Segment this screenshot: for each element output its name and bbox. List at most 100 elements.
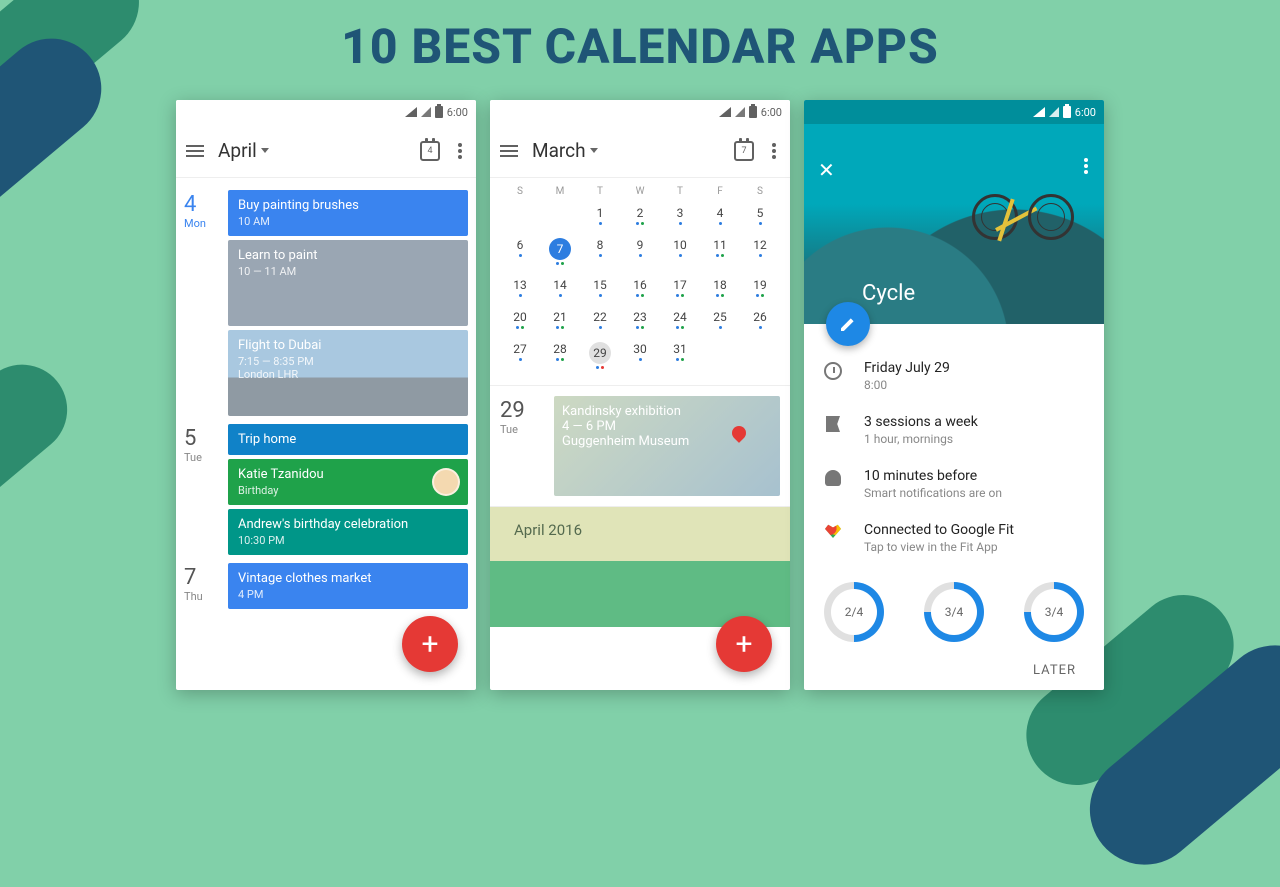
month-grid[interactable]: SMTWTFS123456789101112131415161718192021… bbox=[490, 178, 790, 386]
day-cell[interactable]: 27 bbox=[500, 337, 540, 374]
menu-icon[interactable] bbox=[186, 150, 204, 152]
event-card[interactable]: Andrew's birthday celebration10:30 PM bbox=[228, 509, 468, 555]
day-cell[interactable]: 6 bbox=[500, 233, 540, 270]
battery-icon bbox=[435, 106, 443, 118]
day-cell[interactable]: 31 bbox=[660, 337, 700, 374]
day-cell[interactable]: 10 bbox=[660, 233, 700, 270]
clock-icon bbox=[822, 360, 844, 380]
day-cell[interactable]: 3 bbox=[660, 201, 700, 230]
menu-icon[interactable] bbox=[500, 150, 518, 152]
wifi-icon bbox=[719, 107, 731, 117]
day-cell[interactable]: 2 bbox=[620, 201, 660, 230]
day-cell[interactable]: 8 bbox=[580, 233, 620, 270]
status-bar: 6:00 bbox=[490, 100, 790, 124]
detail-title: 10 minutes before bbox=[864, 468, 1002, 484]
status-time: 6:00 bbox=[761, 106, 782, 119]
detail-row[interactable]: 10 minutes before Smart notifications ar… bbox=[822, 468, 1086, 500]
day-cell[interactable]: 13 bbox=[500, 273, 540, 302]
today-icon[interactable]: 7 bbox=[734, 141, 754, 161]
signal-icon bbox=[1049, 107, 1059, 117]
day-cell[interactable]: 4 bbox=[700, 201, 740, 230]
goal-title: Cycle bbox=[862, 281, 915, 306]
progress-ring[interactable]: 2/4 bbox=[824, 582, 884, 642]
edit-fab[interactable] bbox=[826, 302, 870, 346]
detail-sub: 8:00 bbox=[864, 378, 950, 392]
day-cell[interactable]: 1 bbox=[580, 201, 620, 230]
overflow-icon[interactable] bbox=[1080, 158, 1092, 174]
later-button[interactable]: LATER bbox=[1033, 663, 1076, 678]
day-number: 7 bbox=[184, 565, 228, 590]
app-bar: March 7 bbox=[490, 124, 790, 178]
day-cell bbox=[540, 201, 580, 230]
event-sub: 7:15 — 8:35 PMLondon LHR bbox=[238, 355, 458, 381]
day-cell[interactable]: 12 bbox=[740, 233, 780, 270]
overflow-icon[interactable] bbox=[768, 143, 780, 159]
detail-sub: Tap to view in the Fit App bbox=[864, 540, 1014, 554]
day-cell[interactable]: 23 bbox=[620, 305, 660, 334]
day-cell[interactable]: 5 bbox=[740, 201, 780, 230]
day-cell[interactable]: 18 bbox=[700, 273, 740, 302]
event-title: Vintage clothes market bbox=[238, 571, 458, 586]
event-card[interactable]: Buy painting brushes10 AM bbox=[228, 190, 468, 236]
day-cell bbox=[700, 337, 740, 374]
event-card[interactable]: Katie TzanidouBirthday bbox=[228, 459, 468, 505]
dow-label: S bbox=[740, 186, 780, 197]
month-picker[interactable]: April bbox=[218, 139, 406, 162]
agenda-event-card[interactable]: Kandinsky exhibition 4 — 6 PM Guggenheim… bbox=[554, 396, 780, 496]
day-cell[interactable]: 22 bbox=[580, 305, 620, 334]
detail-row[interactable]: 3 sessions a week 1 hour, mornings bbox=[822, 414, 1086, 446]
day-cell[interactable]: 7 bbox=[540, 233, 580, 270]
add-event-fab[interactable]: + bbox=[402, 616, 458, 672]
progress-ring[interactable]: 3/4 bbox=[1024, 582, 1084, 642]
day-cell[interactable]: 21 bbox=[540, 305, 580, 334]
progress-rings: 2/4 3/4 3/4 bbox=[804, 582, 1104, 642]
close-icon[interactable]: ✕ bbox=[818, 158, 835, 182]
status-time: 6:00 bbox=[447, 106, 468, 119]
event-title: Katie Tzanidou bbox=[238, 467, 458, 482]
day-row: 4 MonBuy painting brushes10 AMLearn to p… bbox=[184, 190, 468, 416]
day-cell[interactable]: 20 bbox=[500, 305, 540, 334]
progress-ring[interactable]: 3/4 bbox=[924, 582, 984, 642]
event-card[interactable]: Learn to paint10 — 11 AM bbox=[228, 240, 468, 326]
day-cell[interactable]: 26 bbox=[740, 305, 780, 334]
event-card[interactable]: Trip home bbox=[228, 424, 468, 455]
overflow-icon[interactable] bbox=[454, 143, 466, 159]
day-cell[interactable]: 19 bbox=[740, 273, 780, 302]
detail-row[interactable]: Connected to Google Fit Tap to view in t… bbox=[822, 522, 1086, 554]
dow-label: T bbox=[660, 186, 700, 197]
day-cell[interactable]: 29 bbox=[580, 337, 620, 374]
event-title: Kandinsky exhibition bbox=[562, 404, 772, 419]
heart-icon bbox=[822, 522, 844, 538]
agenda-day-num: 29 bbox=[500, 398, 544, 423]
signal-icon bbox=[421, 107, 431, 117]
detail-row[interactable]: Friday July 29 8:00 bbox=[822, 360, 1086, 392]
schedule-list[interactable]: 4 MonBuy painting brushes10 AMLearn to p… bbox=[176, 178, 476, 690]
day-cell[interactable]: 11 bbox=[700, 233, 740, 270]
event-sub: 10 AM bbox=[238, 215, 458, 228]
event-title: Trip home bbox=[238, 432, 458, 447]
day-cell[interactable]: 9 bbox=[620, 233, 660, 270]
bg-shape bbox=[0, 346, 86, 544]
day-label: Thu bbox=[184, 590, 228, 603]
phone-month: 6:00 March 7 SMTWTFS12345678910111213141… bbox=[490, 100, 790, 690]
day-cell[interactable]: 30 bbox=[620, 337, 660, 374]
month-picker[interactable]: March bbox=[532, 139, 720, 162]
day-cell[interactable]: 28 bbox=[540, 337, 580, 374]
day-cell[interactable]: 15 bbox=[580, 273, 620, 302]
today-icon[interactable]: 4 bbox=[420, 141, 440, 161]
status-bar: 6:00 bbox=[804, 100, 1104, 124]
event-card[interactable]: Vintage clothes market4 PM bbox=[228, 563, 468, 609]
chevron-down-icon bbox=[590, 148, 598, 153]
progress-label: 3/4 bbox=[1045, 605, 1063, 619]
day-cell[interactable]: 25 bbox=[700, 305, 740, 334]
day-cell[interactable]: 24 bbox=[660, 305, 700, 334]
day-cell[interactable]: 16 bbox=[620, 273, 660, 302]
event-title: Andrew's birthday celebration bbox=[238, 517, 458, 532]
flag-icon bbox=[822, 414, 844, 432]
add-event-fab[interactable]: + bbox=[716, 616, 772, 672]
day-label: Mon bbox=[184, 217, 228, 230]
event-card[interactable]: Flight to Dubai7:15 — 8:35 PMLondon LHR bbox=[228, 330, 468, 416]
day-cell[interactable]: 17 bbox=[660, 273, 700, 302]
day-cell[interactable]: 14 bbox=[540, 273, 580, 302]
wifi-icon bbox=[1033, 107, 1045, 117]
